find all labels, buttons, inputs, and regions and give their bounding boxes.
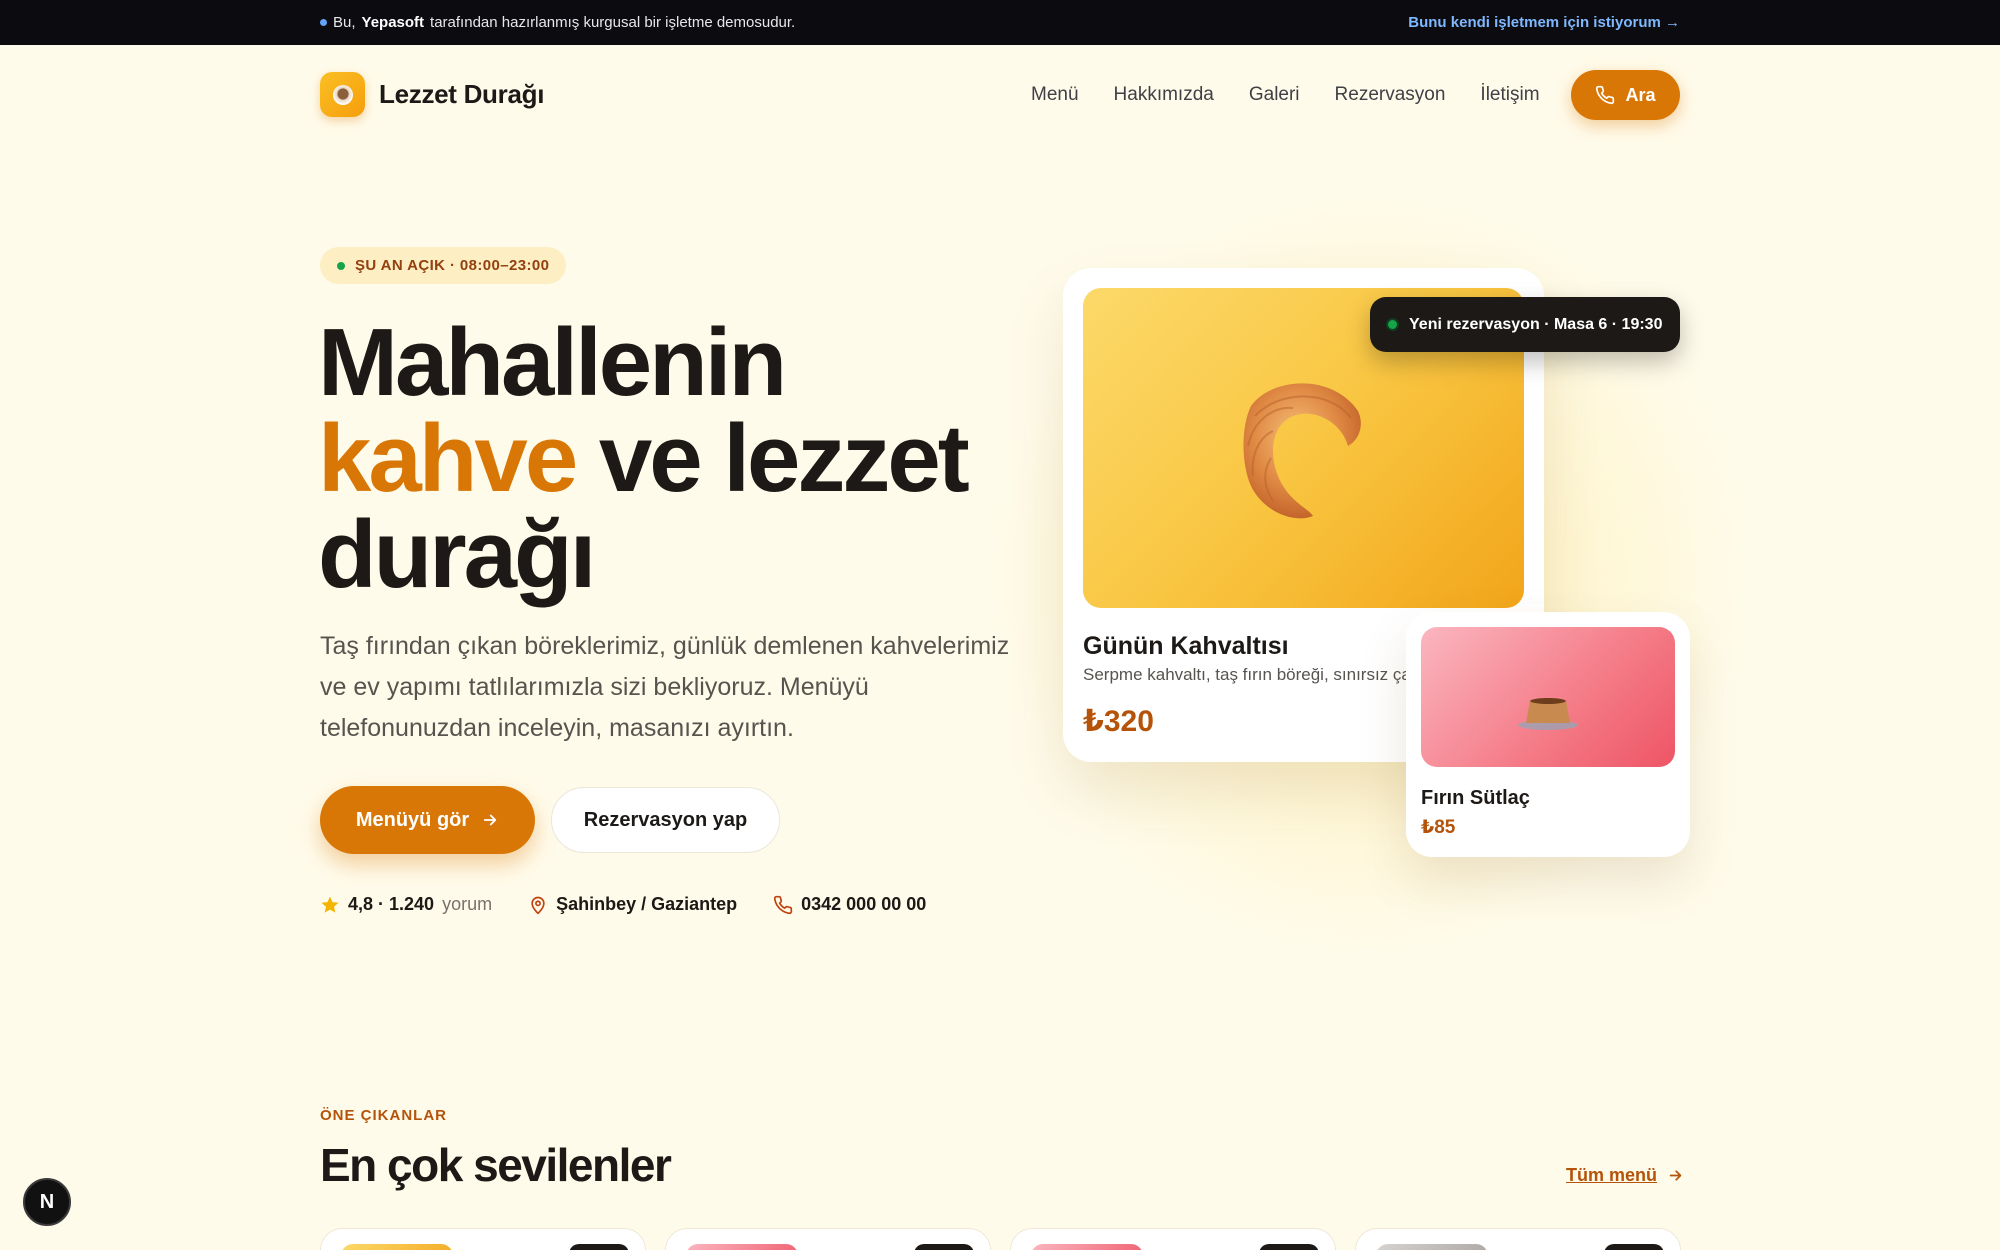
logo-text: Lezzet Durağı: [379, 79, 545, 109]
product-card-thumb: [1376, 1244, 1488, 1250]
notice-suffix: tarafından hazırlanmış kurgusal bir işle…: [430, 14, 796, 31]
nav-item-reservation[interactable]: Rezervasyon: [1335, 84, 1446, 106]
live-dot-icon: [337, 261, 345, 270]
small-card-price: ₺85: [1421, 817, 1456, 838]
notice-brand: Yepasoft: [361, 14, 425, 31]
arrow-right-icon: [1669, 1170, 1682, 1181]
rating-value: 4,8 · 1.240: [348, 894, 435, 914]
logo[interactable]: Lezzet Durağı: [320, 72, 544, 117]
hero-title: Mahallenin kahve ve lezzet durağı: [318, 315, 1038, 603]
call-button-label: Ara: [1625, 84, 1656, 105]
phone-icon: [1596, 85, 1615, 105]
call-button[interactable]: Ara: [1571, 70, 1680, 120]
hero-title-line2: ve lezzet: [575, 405, 970, 512]
reservation-toast-text: Yeni rezervasyon · Masa 6 · 19:30: [1409, 315, 1663, 333]
small-product-card[interactable]: Fırın Sütlaç ₺85: [1406, 612, 1690, 857]
make-reservation-button[interactable]: Rezervasyon yap: [551, 787, 780, 853]
location: Şahinbey / Gaziantep: [528, 894, 737, 915]
product-card-thumb: [686, 1244, 798, 1250]
hero-title-accent: kahve: [318, 405, 578, 512]
nav-item-gallery[interactable]: Galeri: [1249, 84, 1300, 106]
featured-card-description: Serpme kahvaltı, taş fırın böreği, sınır…: [1083, 665, 1420, 684]
all-menu-link[interactable]: Tüm menü: [1566, 1165, 1684, 1186]
product-card[interactable]: [665, 1228, 991, 1250]
nav-item-about[interactable]: Hakkımızda: [1114, 84, 1214, 106]
featured-card-title: Günün Kahvaltısı: [1083, 632, 1289, 660]
rating: 4,8 · 1.240 yorum: [320, 894, 492, 915]
rating-suffix: yorum: [442, 894, 493, 914]
status-dot-icon: [1386, 318, 1399, 331]
main-nav: Menü Hakkımızda Galeri Rezervasyon İleti…: [1031, 84, 1540, 106]
product-card-thumb: [1031, 1244, 1143, 1250]
product-card[interactable]: [1355, 1228, 1681, 1250]
nav-item-menu[interactable]: Menü: [1031, 84, 1079, 106]
phone-number: 0342 000 00 00: [801, 894, 927, 914]
announcement-notice: Bu, Yepasoft tarafından hazırlanmış kurg…: [320, 14, 795, 31]
small-card-image: [1421, 627, 1675, 767]
product-card-tag: [1604, 1244, 1664, 1250]
dev-tools-badge[interactable]: N: [23, 1178, 71, 1226]
product-card-thumb: [341, 1244, 453, 1250]
pudding-icon: [1518, 698, 1578, 730]
view-menu-label: Menüyü gör: [355, 808, 470, 831]
star-icon: [321, 896, 339, 913]
section-title: En çok sevilenler: [320, 1139, 672, 1191]
phone[interactable]: 0342 000 00 00: [773, 894, 926, 915]
hero-meta: 4,8 · 1.240 yorum Şahinbey / Gaziantep 0…: [320, 894, 926, 915]
small-card-title: Fırın Sütlaç: [1421, 787, 1530, 809]
map-pin-icon: [531, 896, 545, 914]
open-status-badge: ŞU AN AÇIK · 08:00–23:00: [320, 247, 567, 284]
hero-title-line1: Mahallenin: [318, 309, 787, 416]
section-eyebrow: ÖNE ÇIKANLAR: [320, 1107, 447, 1124]
open-status-text: ŞU AN AÇIK · 08:00–23:00: [355, 257, 550, 274]
info-dot-icon: [320, 19, 327, 26]
all-menu-label: Tüm menü: [1566, 1165, 1658, 1185]
phone-icon: [774, 895, 793, 914]
nav-item-contact[interactable]: İletişim: [1480, 84, 1539, 106]
product-card[interactable]: [320, 1228, 646, 1250]
request-demo-link[interactable]: Bunu kendi işletmem için istiyorum →: [1408, 14, 1680, 31]
notice-prefix: Bu,: [333, 14, 356, 31]
product-card-tag: [569, 1244, 629, 1250]
coffee-cup-icon: [320, 72, 365, 117]
product-card[interactable]: [1010, 1228, 1336, 1250]
product-card-tag: [1259, 1244, 1319, 1250]
hero-title-line3: durağı: [318, 501, 596, 608]
location-text: Şahinbey / Gaziantep: [556, 894, 738, 914]
reservation-toast: Yeni rezervasyon · Masa 6 · 19:30: [1370, 297, 1680, 352]
arrow-right-icon: [484, 814, 497, 826]
announcement-bar: Bu, Yepasoft tarafından hazırlanmış kurg…: [0, 0, 2000, 45]
view-menu-button[interactable]: Menüyü gör: [320, 786, 535, 854]
featured-card-price: ₺320: [1083, 705, 1154, 738]
product-card-tag: [914, 1244, 974, 1250]
hero-subtitle: Taş fırından çıkan böreklerimiz, günlük …: [320, 632, 1010, 742]
